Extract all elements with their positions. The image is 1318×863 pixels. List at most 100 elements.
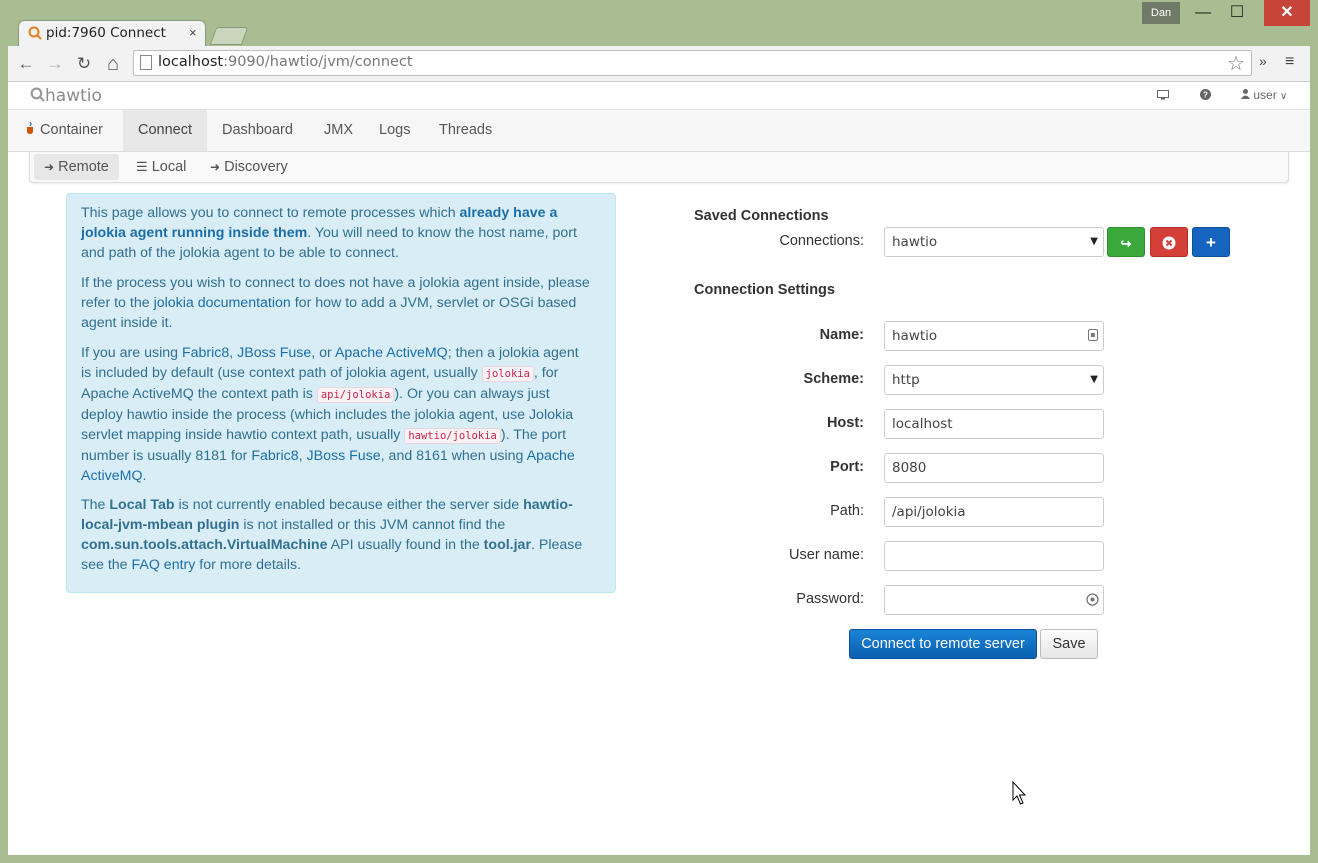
name-input[interactable]: hawtio ▪ bbox=[884, 321, 1104, 351]
path-input[interactable]: /api/jolokia bbox=[884, 497, 1104, 527]
faq-link[interactable]: FAQ entry bbox=[131, 557, 195, 573]
list-icon: ☰ bbox=[136, 159, 148, 174]
minimize-button[interactable]: — bbox=[1186, 0, 1220, 26]
plus-icon: + bbox=[1206, 233, 1216, 252]
code-snippet: api/jolokia bbox=[316, 387, 395, 403]
connections-label: Connections: bbox=[779, 233, 864, 249]
username-label: User name: bbox=[789, 547, 864, 563]
nav-logs[interactable]: Logs bbox=[364, 110, 425, 151]
info-text: for more details. bbox=[195, 557, 302, 573]
info-text: is not currently enabled because either … bbox=[174, 497, 524, 513]
hawtio-logo-icon bbox=[30, 87, 45, 102]
chevron-down-icon: ∨ bbox=[1280, 91, 1288, 102]
password-input[interactable] bbox=[884, 585, 1104, 615]
tab-close-icon[interactable]: × bbox=[189, 25, 197, 40]
back-icon[interactable]: ← bbox=[14, 52, 38, 76]
reload-icon[interactable]: ↻ bbox=[72, 52, 96, 76]
subnav-local-label: Local bbox=[151, 159, 187, 175]
jboss-fuse-link[interactable]: JBoss Fuse bbox=[237, 345, 311, 361]
extensions-chevron-icon[interactable]: » bbox=[1259, 53, 1267, 69]
fabric8-link[interactable]: Fabric8 bbox=[251, 448, 298, 464]
port-label: Port: bbox=[830, 459, 864, 475]
user-icon bbox=[1241, 89, 1250, 99]
port-input[interactable]: 8080 bbox=[884, 453, 1104, 483]
url-host: localhost bbox=[158, 54, 224, 70]
host-label: Host: bbox=[826, 415, 864, 431]
save-button[interactable]: Save bbox=[1040, 629, 1098, 659]
info-paragraph: If the process you wish to connect to do… bbox=[81, 273, 591, 333]
nav-threads[interactable]: Threads bbox=[424, 110, 507, 151]
subnav-discovery[interactable]: ➜ Discovery bbox=[200, 154, 298, 180]
host-input[interactable]: localhost bbox=[884, 409, 1104, 439]
select-arrow-icon: ▼ bbox=[1090, 374, 1098, 385]
maximize-button[interactable]: ☐ bbox=[1220, 0, 1254, 26]
profile-badge[interactable]: Dan bbox=[1142, 2, 1180, 24]
tab-title: pid:7960 Connect bbox=[46, 25, 166, 41]
home-icon[interactable]: ⌂ bbox=[101, 52, 125, 76]
new-tab-button[interactable] bbox=[209, 27, 249, 45]
info-paragraph: The Local Tab is not currently enabled b… bbox=[81, 495, 591, 575]
path-label: Path: bbox=[830, 503, 864, 519]
connect-button[interactable]: Connect to remote server bbox=[849, 629, 1037, 659]
window-close-button[interactable]: ✕ bbox=[1264, 0, 1310, 26]
user-name: user bbox=[1253, 88, 1277, 102]
monitor-icon[interactable] bbox=[1157, 90, 1169, 100]
saved-connections-heading: Saved Connections bbox=[694, 208, 829, 224]
info-emphasis: tool.jar bbox=[483, 537, 531, 553]
user-menu[interactable]: user ∨ bbox=[1241, 88, 1287, 102]
nav-container-label: Container bbox=[40, 122, 103, 138]
password-reveal-icon[interactable] bbox=[1086, 593, 1099, 606]
info-alert: This page allows you to connect to remot… bbox=[66, 193, 616, 593]
hawtio-favicon-icon bbox=[28, 26, 42, 40]
info-emphasis: Local Tab bbox=[109, 497, 175, 513]
logo-text: hawtio bbox=[45, 86, 102, 106]
share-icon: ↪ bbox=[1120, 236, 1132, 251]
browser-menu-icon[interactable]: ≡ bbox=[1285, 53, 1294, 71]
java-cup-icon bbox=[27, 121, 33, 134]
delete-connection-button[interactable] bbox=[1150, 227, 1188, 257]
info-text: This page allows you to connect to remot… bbox=[81, 205, 460, 221]
info-text: If you are using bbox=[81, 345, 182, 361]
info-text: , bbox=[229, 345, 238, 361]
password-label: Password: bbox=[796, 591, 864, 607]
nav-dashboard[interactable]: Dashboard bbox=[207, 110, 308, 151]
info-text: , or bbox=[311, 345, 335, 361]
connection-settings-heading: Connection Settings bbox=[694, 282, 835, 298]
add-connection-button[interactable]: + bbox=[1192, 227, 1230, 257]
subnav-remote[interactable]: ➜ Remote bbox=[34, 154, 119, 180]
scheme-label: Scheme: bbox=[803, 371, 864, 387]
help-icon[interactable]: ? bbox=[1200, 89, 1211, 100]
name-value: hawtio bbox=[892, 328, 938, 344]
info-paragraph: If you are using Fabric8, JBoss Fuse, or… bbox=[81, 343, 591, 486]
hawtio-logo[interactable]: hawtio bbox=[30, 86, 102, 106]
share-connection-button[interactable]: ↪ bbox=[1107, 227, 1145, 257]
info-text: is not installed or this JVM cannot find… bbox=[239, 517, 506, 533]
url-text[interactable]: localhost:9090/hawtio/jvm/connect bbox=[158, 54, 413, 70]
mouse-cursor-icon bbox=[1012, 781, 1027, 805]
username-input[interactable] bbox=[884, 541, 1104, 571]
nav-jmx[interactable]: JMX bbox=[309, 110, 368, 151]
subnav-discovery-label: Discovery bbox=[224, 159, 288, 175]
scheme-select[interactable]: http ▼ bbox=[884, 365, 1104, 395]
forward-icon[interactable]: → bbox=[43, 52, 67, 76]
sign-in-icon: ➜ bbox=[210, 160, 221, 174]
page-icon bbox=[140, 55, 152, 70]
fabric8-link[interactable]: Fabric8 bbox=[182, 345, 229, 361]
connections-select[interactable]: hawtio ▼ bbox=[884, 227, 1104, 257]
info-text: , and 8161 when using bbox=[380, 448, 527, 464]
jolokia-docs-link[interactable]: jolokia documentation bbox=[154, 295, 291, 311]
contact-card-icon: ▪ bbox=[1088, 329, 1098, 341]
url-path: :9090/hawtio/jvm/connect bbox=[223, 54, 413, 70]
scheme-value: http bbox=[892, 372, 920, 388]
subnav-local[interactable]: ☰ Local bbox=[126, 154, 196, 180]
bookmark-star-icon[interactable]: ☆ bbox=[1227, 51, 1245, 76]
select-arrow-icon: ▼ bbox=[1090, 236, 1098, 247]
sign-in-icon: ➜ bbox=[44, 160, 55, 174]
nav-container[interactable]: Container bbox=[10, 110, 118, 151]
info-text: . bbox=[142, 468, 147, 484]
info-text: API usually found in the bbox=[327, 537, 484, 553]
nav-connect[interactable]: Connect bbox=[123, 110, 208, 151]
jboss-fuse-link[interactable]: JBoss Fuse bbox=[307, 448, 381, 464]
activemq-link[interactable]: Apache ActiveMQ bbox=[335, 345, 448, 361]
svg-text:?: ? bbox=[1203, 91, 1208, 100]
